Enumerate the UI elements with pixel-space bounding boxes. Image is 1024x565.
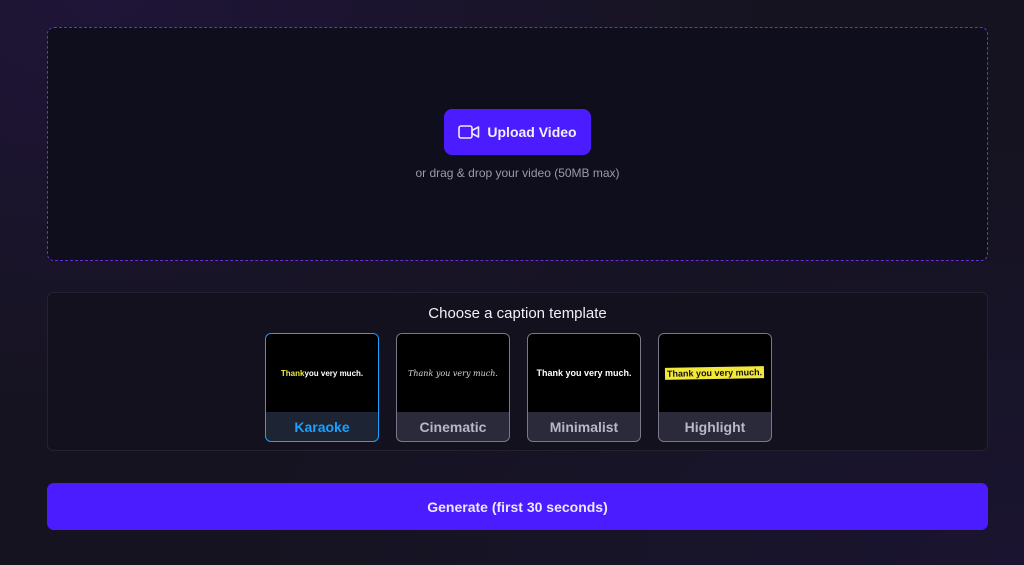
template-preview-cinematic: Thank you very much. bbox=[397, 334, 509, 412]
preview-highlight-text: Thank you very much. bbox=[665, 366, 765, 380]
preview-rest-text: you very much. bbox=[304, 368, 364, 378]
template-card-karaoke[interactable]: Thank you very much. Karaoke bbox=[265, 333, 379, 442]
video-camera-icon bbox=[458, 124, 480, 140]
template-label-highlight: Highlight bbox=[684, 418, 746, 435]
template-card-cinematic[interactable]: Thank you very much. Cinematic bbox=[396, 333, 510, 442]
upload-video-label: Upload Video bbox=[487, 123, 577, 140]
template-label-karaoke: Karaoke bbox=[294, 418, 350, 435]
drop-hint-text: or drag & drop your video (50MB max) bbox=[415, 165, 620, 180]
generate-button[interactable]: Generate (first 30 seconds) bbox=[47, 483, 988, 530]
upload-video-button[interactable]: Upload Video bbox=[444, 108, 591, 155]
template-preview-karaoke: Thank you very much. bbox=[266, 334, 378, 412]
template-preview-minimalist: Thank you very much. bbox=[528, 334, 640, 412]
template-preview-highlight: Thank you very much. bbox=[659, 334, 771, 412]
panel-title: Choose a caption template bbox=[428, 305, 607, 322]
template-card-highlight[interactable]: Thank you very much. Highlight bbox=[658, 333, 772, 442]
template-label-minimalist: Minimalist bbox=[549, 418, 619, 435]
template-label-cinematic: Cinematic bbox=[419, 418, 487, 435]
template-card-list: Thank you very much. Karaoke Thank you v… bbox=[265, 333, 772, 442]
preview-highlight-word: Thank bbox=[280, 368, 305, 378]
template-card-minimalist[interactable]: Thank you very much. Minimalist bbox=[527, 333, 641, 442]
caption-template-panel: Choose a caption template Thank you very… bbox=[47, 292, 988, 451]
video-dropzone[interactable]: Upload Video or drag & drop your video (… bbox=[47, 27, 988, 261]
